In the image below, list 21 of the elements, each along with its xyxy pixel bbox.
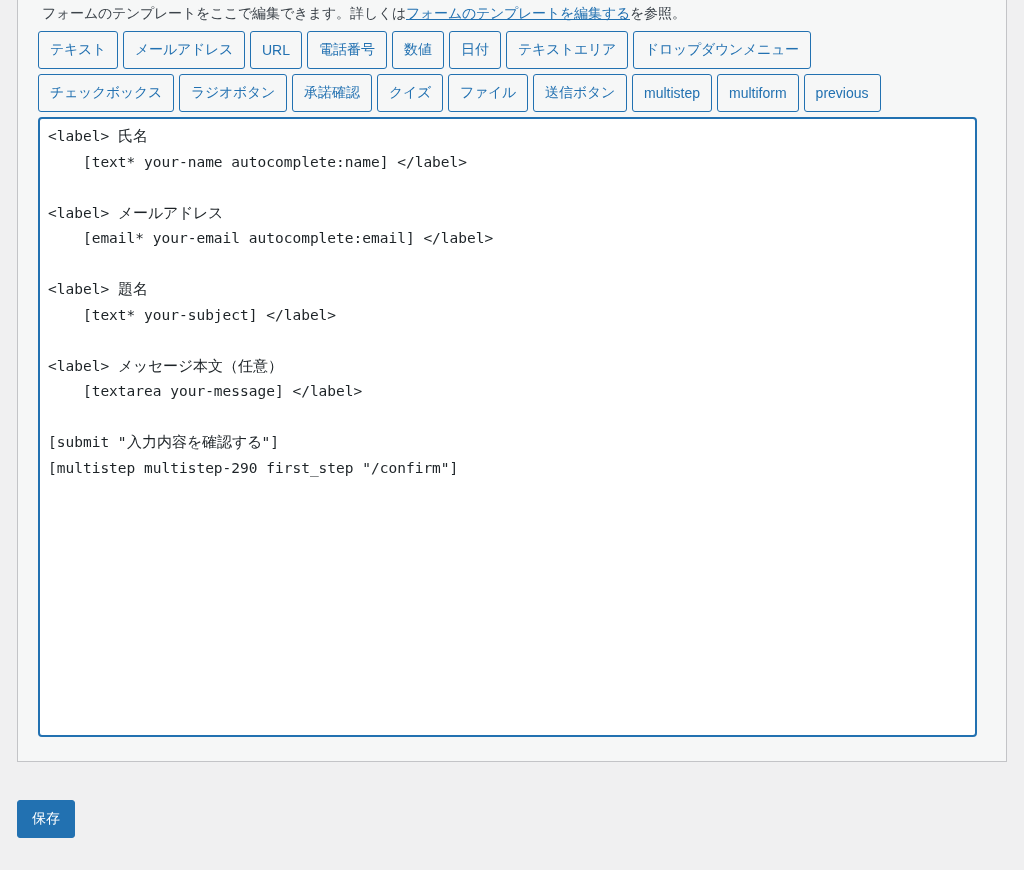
tag-button[interactable]: テキストエリア — [506, 31, 628, 69]
intro-text: フォームのテンプレートをここで編集できます。詳しくはフォームのテンプレートを編集する を参照。 — [42, 4, 687, 23]
tag-button[interactable]: URL — [250, 31, 302, 69]
tag-button[interactable]: 電話番号 — [307, 31, 387, 69]
tag-button[interactable]: メールアドレス — [123, 31, 245, 69]
tag-button[interactable]: 承諾確認 — [292, 74, 372, 112]
tag-button[interactable]: previous — [803, 74, 881, 112]
edit-template-link[interactable]: フォームのテンプレートを編集する — [406, 5, 630, 21]
tag-button[interactable]: 日付 — [449, 31, 501, 69]
tag-button[interactable]: 送信ボタン — [533, 74, 627, 112]
tag-button[interactable]: 数値 — [392, 31, 444, 69]
tag-button[interactable]: ドロップダウンメニュー — [633, 31, 811, 69]
tag-button[interactable]: ラジオボタン — [179, 74, 287, 112]
tag-button[interactable]: ファイル — [448, 74, 528, 112]
tag-button[interactable]: クイズ — [377, 74, 443, 112]
save-button[interactable]: 保存 — [17, 800, 75, 838]
tag-button[interactable]: チェックボックス — [38, 74, 174, 112]
tag-button[interactable]: multiform — [717, 74, 799, 112]
template-editor[interactable]: <label> 氏名 [text* your-name autocomplete:name] </label> <label> メールアドレス [email* your-email autocomplete:email] </label> <label> 題名 [text* your-subject] </label> <label> メッセージ本文（任意） [textarea your-message] </label> [submit "入力内容を確認する"] [multistep multistep-290 first_step "/confirm"] — [38, 117, 977, 737]
tag-button[interactable]: multistep — [632, 74, 713, 112]
tag-button[interactable]: テキスト — [38, 31, 118, 69]
